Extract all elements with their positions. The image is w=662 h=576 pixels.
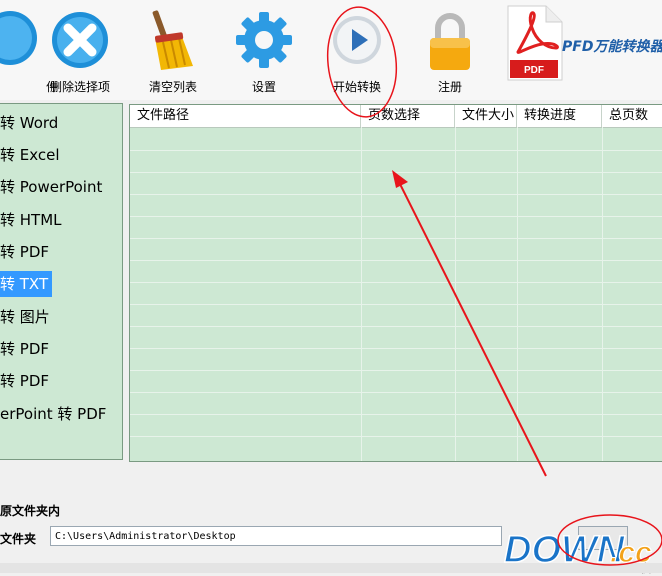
column-header-progress[interactable]: 转换进度: [517, 105, 602, 127]
lock-icon: [418, 8, 482, 72]
column-header-file-path[interactable]: 文件路径: [130, 105, 361, 127]
sidebar-item-txt[interactable]: 转 TXT: [0, 271, 53, 297]
register-label: 注册: [437, 80, 462, 94]
delete-selected-label: 删除选择项: [49, 80, 110, 94]
sidebar-item-image[interactable]: 转 图片: [0, 304, 54, 330]
toolbar: 件 删除选择项 清空列表 设置 开始转换 注册 PDF PFD万能转换器: [0, 0, 662, 100]
pdf-logo-text: PDF: [524, 65, 544, 76]
output-folder-input[interactable]: C:\Users\Administrator\Desktop: [50, 526, 502, 546]
sidebar-item-ppt-to-pdf[interactable]: erPoint 转 PDF: [0, 401, 110, 427]
grid-header: 文件路径 页数选择 文件大小 转换进度 总页数: [130, 105, 662, 128]
gear-icon: [232, 8, 296, 72]
watermark-text: DOWN: [504, 529, 626, 570]
sidebar-item-to-pdf-1[interactable]: 转 PDF: [0, 336, 53, 362]
down-cc-watermark: DOWN .cc: [500, 520, 660, 574]
conversion-type-list: 转 Word 转 Excel 转 PowerPoint 转 HTML 转 PDF…: [0, 103, 123, 460]
sidebar-item-to-pdf-2[interactable]: 转 PDF: [0, 368, 53, 394]
output-option-label[interactable]: 原文件夹内: [0, 502, 60, 519]
output-folder-label: 文件夹: [0, 532, 37, 546]
clear-list-label: 清空列表: [148, 80, 197, 94]
column-header-file-size[interactable]: 文件大小: [455, 105, 517, 127]
settings-label: 设置: [251, 80, 276, 94]
sidebar-item-pdf[interactable]: 转 PDF: [0, 239, 53, 265]
pdf-logo-icon: PDF: [506, 4, 564, 82]
sidebar-item-powerpoint[interactable]: 转 PowerPoint: [0, 174, 106, 200]
sidebar-item-excel[interactable]: 转 Excel: [0, 142, 64, 168]
sidebar-item-word[interactable]: 转 Word: [0, 110, 62, 136]
file-list-grid[interactable]: 文件路径 页数选择 文件大小 转换进度 总页数: [129, 104, 662, 462]
broom-icon: [141, 8, 205, 72]
settings-button[interactable]: 设置: [232, 8, 296, 95]
column-header-page-select[interactable]: 页数选择: [361, 105, 455, 127]
sidebar-item-html[interactable]: 转 HTML: [0, 207, 66, 233]
clear-list-button[interactable]: 清空列表: [138, 8, 208, 95]
delete-x-icon: [48, 8, 112, 72]
watermark-suffix: .cc: [610, 536, 652, 569]
start-convert-button[interactable]: 开始转换: [322, 8, 392, 95]
register-button[interactable]: 注册: [418, 8, 482, 95]
add-file-icon: [0, 8, 42, 72]
brand-title: PFD万能转换器: [562, 39, 662, 55]
column-header-total-pages[interactable]: 总页数: [602, 105, 662, 127]
play-icon: [325, 8, 389, 72]
delete-selected-button[interactable]: 删除选择项: [40, 8, 120, 95]
start-convert-label: 开始转换: [332, 80, 381, 94]
